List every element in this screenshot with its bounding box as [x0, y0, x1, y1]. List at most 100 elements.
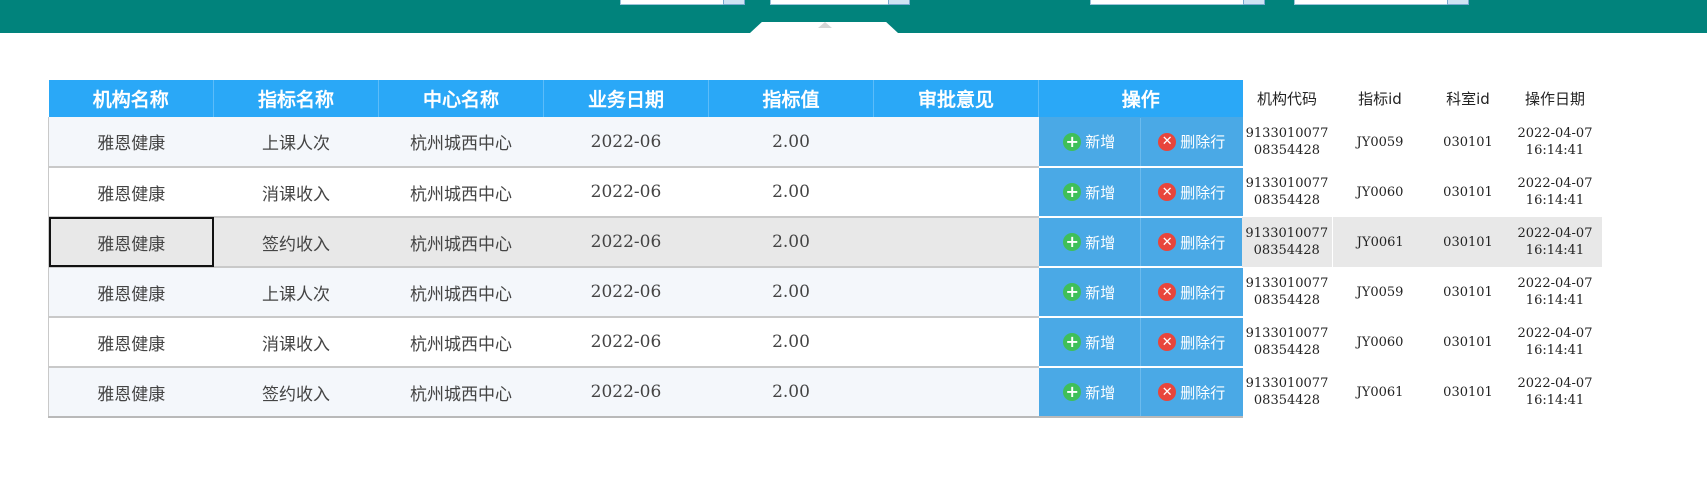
cell-org-name[interactable]: 雅恩健康	[48, 317, 214, 368]
cell-org-code[interactable]: 9133010077 08354428	[1242, 117, 1332, 167]
calendar-icon[interactable]	[888, 0, 910, 5]
collapse-tab[interactable]	[750, 22, 898, 33]
table-row[interactable]: 雅恩健康 签约收入 杭州城西中心 2022-06 2.00 + 新增 ✕ 删除行	[48, 367, 1243, 418]
cell-business-date[interactable]: 2022-06	[543, 267, 709, 318]
add-row-button[interactable]: + 新增	[1039, 218, 1141, 266]
header-approval-opinion[interactable]: 审批意见	[873, 80, 1039, 117]
cell-dept-id[interactable]: 030101	[1428, 117, 1508, 167]
side-row[interactable]: 9133010077 08354428 JY0059 030101 2022-04…	[1242, 267, 1602, 317]
side-row[interactable]: 9133010077 08354428 JY0061 030101 2022-04…	[1242, 367, 1602, 417]
header-org-code[interactable]: 机构代码	[1242, 80, 1332, 117]
calendar-icon[interactable]	[1447, 0, 1469, 5]
cell-business-date[interactable]: 2022-06	[543, 167, 709, 218]
cell-approval-opinion[interactable]	[873, 267, 1039, 318]
cell-org-name[interactable]: 雅恩健康	[48, 217, 214, 268]
cell-center-name[interactable]: 杭州城西中心	[378, 167, 544, 218]
filter-input-1[interactable]	[620, 0, 745, 5]
cell-business-date[interactable]: 2022-06	[543, 117, 709, 168]
header-metric-id[interactable]: 指标id	[1332, 80, 1428, 117]
cell-org-name[interactable]: 雅恩健康	[48, 367, 214, 418]
filter-input-2[interactable]	[770, 0, 910, 5]
calendar-icon[interactable]	[723, 0, 745, 5]
add-row-button[interactable]: + 新增	[1039, 268, 1141, 316]
cell-op-date[interactable]: 2022-04-07 16:14:41	[1508, 217, 1602, 267]
cell-metric-name[interactable]: 签约收入	[213, 367, 379, 418]
side-row[interactable]: 9133010077 08354428 JY0061 030101 2022-04…	[1242, 217, 1602, 267]
table-row[interactable]: 雅恩健康 消课收入 杭州城西中心 2022-06 2.00 + 新增 ✕ 删除行	[48, 317, 1243, 368]
filter-input-3[interactable]	[1090, 0, 1265, 5]
cell-center-name[interactable]: 杭州城西中心	[378, 217, 544, 268]
calendar-icon[interactable]	[1243, 0, 1265, 5]
cell-org-code[interactable]: 9133010077 08354428	[1242, 367, 1332, 417]
cell-metric-value[interactable]: 2.00	[708, 267, 874, 318]
cell-org-code[interactable]: 9133010077 08354428	[1242, 267, 1332, 317]
side-row[interactable]: 9133010077 08354428 JY0059 030101 2022-04…	[1242, 117, 1602, 167]
cell-org-code[interactable]: 9133010077 08354428	[1242, 167, 1332, 217]
cell-metric-id[interactable]: JY0061	[1332, 367, 1428, 417]
cell-metric-value[interactable]: 2.00	[708, 117, 874, 168]
cell-metric-id[interactable]: JY0061	[1332, 217, 1428, 267]
header-op-date[interactable]: 操作日期	[1508, 80, 1602, 117]
cell-center-name[interactable]: 杭州城西中心	[378, 267, 544, 318]
filter-input-4[interactable]	[1294, 0, 1469, 5]
table-row[interactable]: 雅恩健康 上课人次 杭州城西中心 2022-06 2.00 + 新增 ✕ 删除行	[48, 117, 1243, 168]
cell-metric-value[interactable]: 2.00	[708, 367, 874, 418]
cell-metric-name[interactable]: 签约收入	[213, 217, 379, 268]
collapse-arrow-icon[interactable]	[818, 22, 832, 28]
cell-dept-id[interactable]: 030101	[1428, 267, 1508, 317]
add-row-button[interactable]: + 新增	[1039, 318, 1141, 366]
cell-metric-id[interactable]: JY0059	[1332, 117, 1428, 167]
table-row[interactable]: 雅恩健康 消课收入 杭州城西中心 2022-06 2.00 + 新增 ✕ 删除行	[48, 167, 1243, 218]
header-business-date[interactable]: 业务日期	[543, 80, 709, 117]
cell-org-name[interactable]: 雅恩健康	[48, 267, 214, 318]
cell-metric-value[interactable]: 2.00	[708, 317, 874, 368]
header-dept-id[interactable]: 科室id	[1428, 80, 1508, 117]
cell-org-code[interactable]: 9133010077 08354428	[1242, 217, 1333, 267]
header-org-name[interactable]: 机构名称	[48, 80, 214, 117]
delete-row-button[interactable]: ✕ 删除行	[1140, 117, 1243, 166]
cell-metric-id[interactable]: JY0060	[1332, 317, 1428, 367]
cell-op-date[interactable]: 2022-04-07 16:14:41	[1508, 117, 1602, 167]
cell-metric-name[interactable]: 上课人次	[213, 117, 379, 168]
add-row-button[interactable]: + 新增	[1039, 368, 1141, 416]
table-row[interactable]: 雅恩健康 上课人次 杭州城西中心 2022-06 2.00 + 新增 ✕ 删除行	[48, 267, 1243, 318]
cell-dept-id[interactable]: 030101	[1428, 367, 1508, 417]
add-row-button[interactable]: + 新增	[1039, 168, 1141, 216]
cell-dept-id[interactable]: 030101	[1428, 217, 1508, 267]
cell-dept-id[interactable]: 030101	[1428, 317, 1508, 367]
cell-business-date[interactable]: 2022-06	[543, 317, 709, 368]
side-row[interactable]: 9133010077 08354428 JY0060 030101 2022-04…	[1242, 167, 1602, 217]
delete-row-button[interactable]: ✕ 删除行	[1140, 268, 1243, 316]
header-metric-value[interactable]: 指标值	[708, 80, 874, 117]
cell-metric-name[interactable]: 消课收入	[213, 167, 379, 218]
cell-center-name[interactable]: 杭州城西中心	[378, 117, 544, 168]
header-metric-name[interactable]: 指标名称	[213, 80, 379, 117]
add-row-button[interactable]: + 新增	[1039, 118, 1141, 166]
cell-op-date[interactable]: 2022-04-07 16:14:41	[1508, 367, 1602, 417]
cell-center-name[interactable]: 杭州城西中心	[378, 317, 544, 368]
delete-row-button[interactable]: ✕ 删除行	[1140, 168, 1243, 216]
cell-op-date[interactable]: 2022-04-07 16:14:41	[1508, 267, 1602, 317]
cell-dept-id[interactable]: 030101	[1428, 167, 1508, 217]
cell-approval-opinion[interactable]	[873, 117, 1039, 168]
cell-approval-opinion[interactable]	[873, 367, 1039, 418]
cell-business-date[interactable]: 2022-06	[543, 367, 709, 418]
cell-metric-value[interactable]: 2.00	[708, 167, 874, 218]
delete-row-button[interactable]: ✕ 删除行	[1140, 218, 1243, 266]
cell-op-date[interactable]: 2022-04-07 16:14:41	[1508, 317, 1602, 367]
cell-metric-name[interactable]: 上课人次	[213, 267, 379, 318]
table-row[interactable]: 雅恩健康 签约收入 杭州城西中心 2022-06 2.00 + 新增 ✕ 删除行	[48, 217, 1243, 268]
cell-metric-name[interactable]: 消课收入	[213, 317, 379, 368]
cell-metric-id[interactable]: JY0060	[1332, 167, 1428, 217]
cell-metric-value[interactable]: 2.00	[708, 217, 874, 268]
cell-org-name[interactable]: 雅恩健康	[48, 167, 214, 218]
cell-business-date[interactable]: 2022-06	[543, 217, 709, 268]
cell-op-date[interactable]: 2022-04-07 16:14:41	[1508, 167, 1602, 217]
cell-approval-opinion[interactable]	[873, 167, 1039, 218]
delete-row-button[interactable]: ✕ 删除行	[1140, 368, 1243, 416]
delete-row-button[interactable]: ✕ 删除行	[1140, 318, 1243, 366]
cell-metric-id[interactable]: JY0059	[1332, 267, 1428, 317]
cell-approval-opinion[interactable]	[873, 217, 1039, 268]
side-row[interactable]: 9133010077 08354428 JY0060 030101 2022-04…	[1242, 317, 1602, 367]
cell-approval-opinion[interactable]	[873, 317, 1039, 368]
